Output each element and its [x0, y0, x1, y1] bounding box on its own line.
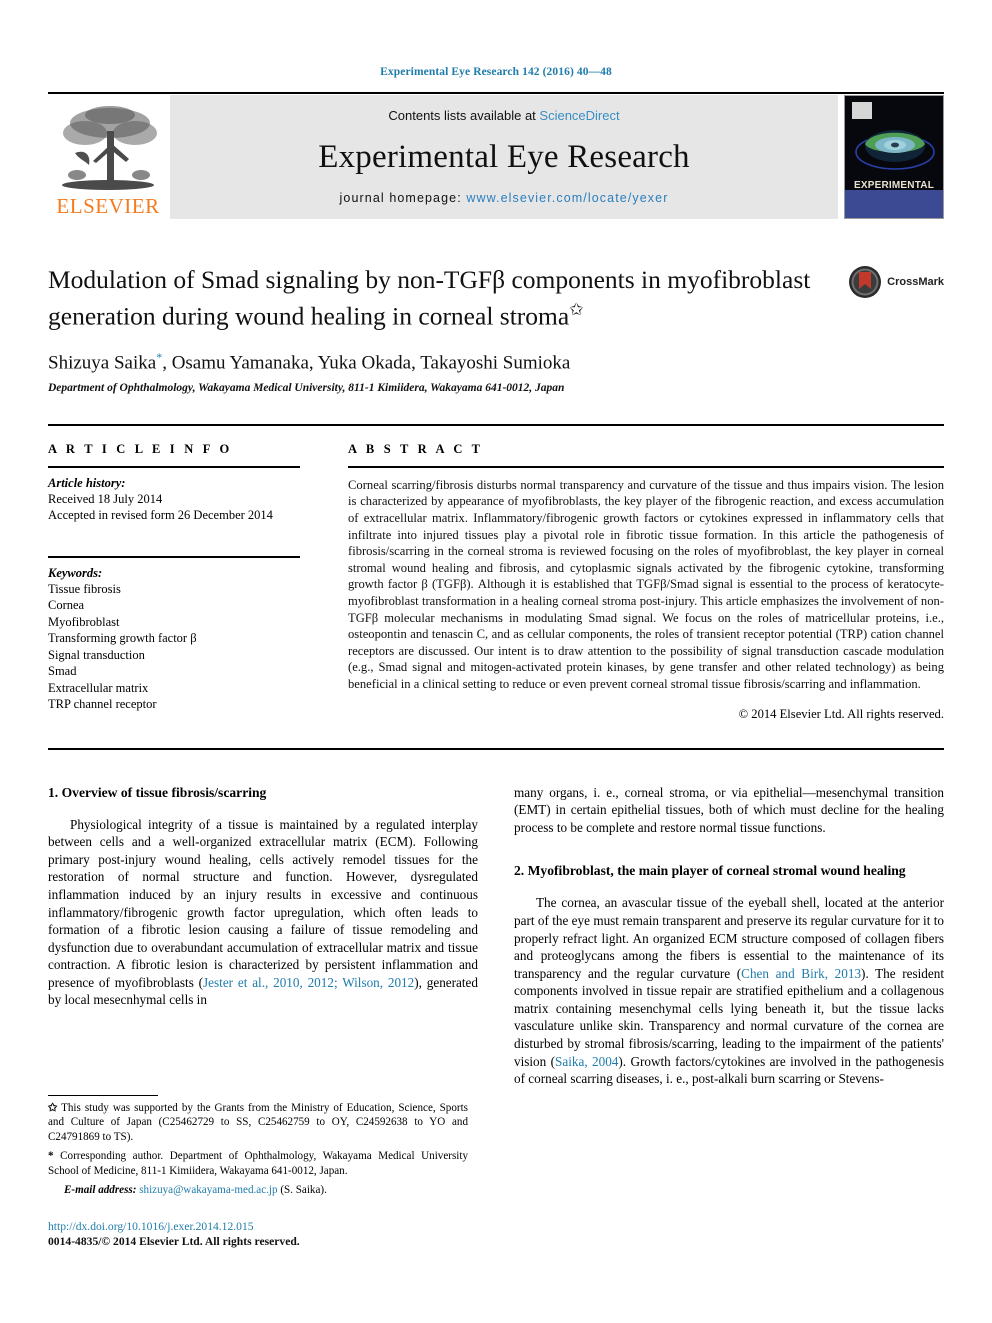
contents-prefix: Contents lists available at [388, 108, 540, 123]
funding-footnote: ✩ This study was supported by the Grants… [48, 1101, 468, 1144]
remaining-authors: , Osamu Yamanaka, Yuka Okada, Takayoshi … [162, 351, 571, 373]
citation-link[interactable]: Chen and Birk, 2013 [741, 966, 861, 981]
section-2-heading: 2. Myofibroblast, the main player of cor… [514, 863, 906, 879]
first-author: Shizuya Saika [48, 351, 157, 373]
history-received: Received 18 July 2014 [48, 491, 163, 506]
corresponding-author-footnote: * Corresponding author. Department of Op… [48, 1149, 468, 1178]
citation-link[interactable]: Saika, 2004 [555, 1054, 618, 1069]
sciencedirect-link[interactable]: ScienceDirect [539, 108, 619, 123]
journal-title: Experimental Eye Research [318, 138, 690, 175]
abstract-text: Corneal scarring/fibrosis disturbs norma… [348, 477, 944, 691]
keywords-rule [48, 555, 300, 558]
email-label: E-mail address: [64, 1184, 137, 1197]
homepage-url-link[interactable]: www.elsevier.com/locate/yexer [466, 191, 668, 205]
body-column-left: 1. Overview of tissue fibrosis/scarring … [48, 784, 478, 1088]
keyword-item: Transforming growth factor β [48, 631, 197, 646]
keyword-item: Extracellular matrix [48, 680, 149, 695]
cover-publisher-mark [852, 102, 872, 119]
body-columns: 1. Overview of tissue fibrosis/scarring … [48, 784, 944, 1088]
doi-block: http://dx.doi.org/10.1016/j.exer.2014.12… [48, 1219, 468, 1249]
article-info-rule [48, 465, 300, 468]
issn-copyright-line: 0014-4835/© 2014 Elsevier Ltd. All right… [48, 1235, 300, 1249]
keyword-item: Cornea [48, 598, 85, 613]
homepage-label: journal homepage: [339, 191, 467, 205]
contents-available-line: Contents lists available at ScienceDirec… [388, 108, 619, 123]
email-footnote: E-mail address: shizuya@wakayama-med.ac.… [48, 1183, 468, 1197]
keyword-item: Myofibroblast [48, 614, 120, 629]
citation-link[interactable]: Jester et al., 2010, 2012; Wilson, 2012 [203, 975, 414, 990]
abstract-copyright: © 2014 Elsevier Ltd. All rights reserved… [738, 706, 944, 721]
cover-eye-illustration [855, 130, 935, 170]
crossmark-label: CrossMark [887, 276, 944, 288]
section-1-text-a: Physiological integrity of a tissue is m… [48, 816, 478, 990]
corresponding-footnote-text: Corresponding author. Department of Opht… [48, 1150, 468, 1177]
masthead-top-rule [48, 92, 944, 94]
funding-footnote-marker: ✩ [48, 1102, 58, 1114]
keyword-item: Tissue fibrosis [48, 581, 121, 596]
journal-band: Contents lists available at ScienceDirec… [170, 95, 838, 219]
article-info-heading: A R T I C L E I N F O [48, 441, 233, 456]
author-list: Shizuya Saika*, Osamu Yamanaka, Yuka Oka… [48, 350, 944, 374]
article-history-label: Article history: [48, 475, 126, 490]
crossmark-icon [849, 266, 882, 298]
email-link[interactable]: shizuya@wakayama-med.ac.jp [139, 1184, 277, 1196]
doi-link[interactable]: http://dx.doi.org/10.1016/j.exer.2014.12… [48, 1219, 468, 1234]
journal-cover-thumbnail[interactable]: EXPERIMENTAL EYE RESEARCH [844, 95, 944, 219]
title-block: CrossMark Modulation of Smad signaling b… [48, 265, 944, 394]
keywords-block: Keywords: Tissue fibrosis Cornea Myofibr… [48, 555, 300, 713]
elsevier-logo: ELSEVIER [48, 95, 168, 219]
abstract-rule [348, 465, 944, 468]
footnotes-block: ✩ This study was supported by the Grants… [48, 1095, 468, 1249]
elsevier-tree-icon [55, 103, 161, 195]
article-title-text: Modulation of Smad signaling by non-TGFβ… [48, 265, 811, 331]
section-1-heading: 1. Overview of tissue fibrosis/scarring [48, 784, 267, 800]
info-abstract-region: A R T I C L E I N F O Article history: R… [48, 442, 944, 722]
article-first-page: Experimental Eye Research 142 (2016) 40—… [0, 0, 992, 1323]
page-title: Modulation of Smad signaling by non-TGFβ… [48, 265, 818, 332]
journal-homepage-line: journal homepage: www.elsevier.com/locat… [340, 191, 669, 205]
funding-footnote-text: This study was supported by the Grants f… [48, 1102, 468, 1143]
abstract-heading: A B S T R A C T [348, 441, 484, 456]
body-column-right: many organs, i. e., corneal stroma, or v… [514, 784, 944, 1088]
keywords-label: Keywords: [48, 565, 103, 580]
article-info-column: A R T I C L E I N F O Article history: R… [48, 442, 300, 722]
elsevier-wordmark: ELSEVIER [56, 194, 160, 218]
title-footnote-marker: ✩ [569, 300, 584, 319]
body-separator-rule [48, 747, 944, 750]
email-suffix: (S. Saika). [280, 1184, 327, 1197]
crossmark-badge[interactable]: CrossMark [848, 265, 944, 299]
section-1-paragraph: Physiological integrity of a tissue is m… [48, 816, 478, 1010]
corresponding-footnote-marker: * [48, 1150, 54, 1163]
footnote-rule [48, 1095, 158, 1096]
cover-color-band [845, 190, 943, 218]
info-section-top-rule [48, 423, 944, 426]
journal-masthead: ELSEVIER Contents lists available at Sci… [48, 95, 944, 219]
affiliation: Department of Ophthalmology, Wakayama Me… [48, 381, 565, 394]
keyword-item: Smad [48, 664, 77, 679]
history-accepted: Accepted in revised form 26 December 201… [48, 508, 273, 523]
keyword-item: Signal transduction [48, 647, 145, 662]
section-2-paragraph: The cornea, an avascular tissue of the e… [514, 894, 944, 1088]
keyword-item: TRP channel receptor [48, 697, 157, 712]
abstract-column: A B S T R A C T Corneal scarring/fibrosi… [348, 442, 944, 722]
running-head: Experimental Eye Research 142 (2016) 40—… [380, 66, 612, 78]
section-1-continued: many organs, i. e., corneal stroma, or v… [514, 784, 944, 835]
